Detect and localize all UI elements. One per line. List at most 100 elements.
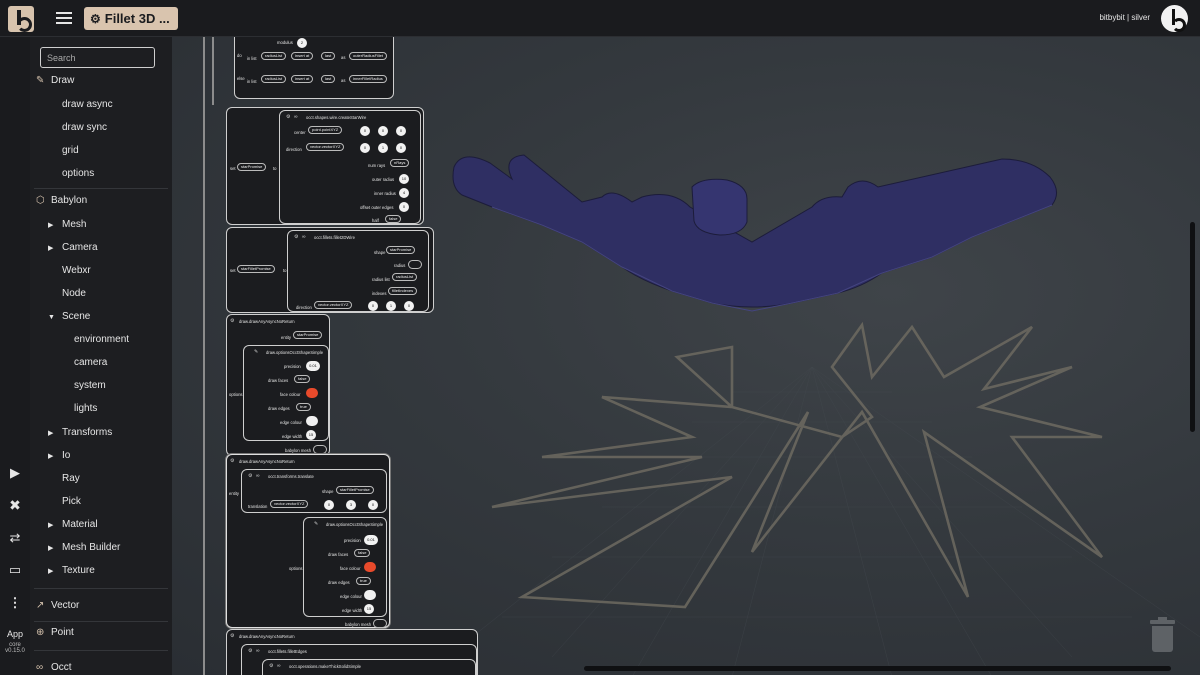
vertical-scrollbar[interactable] (1190, 222, 1195, 432)
radius-list-dropdown[interactable]: radiusList (392, 273, 418, 281)
link-icon: ∞ (256, 473, 260, 479)
draw-faces-dropdown[interactable]: false (294, 375, 311, 383)
dropdown-last[interactable]: last (321, 52, 336, 60)
draw-edges-dropdown[interactable]: true (356, 577, 371, 585)
tools-icon[interactable]: ✖ (0, 497, 30, 514)
half-dropdown[interactable]: false (385, 215, 402, 223)
dropdown-last[interactable]: last (321, 75, 336, 83)
link-icon: ∞ (256, 648, 260, 654)
draw-options-block[interactable]: ✎ draw.optionsOcctShapeSimple precision … (243, 345, 329, 441)
workspace-canvas[interactable]: modulus 2 do in list radiusList insert a… (172, 37, 1200, 675)
toolbox-item-ray[interactable]: Ray (62, 473, 80, 484)
make-thick-solid-block[interactable]: ⚙ ∞ occt.operations.makeThickSolidSimple (262, 659, 476, 675)
toolbox-item-pick[interactable]: Pick (62, 496, 81, 507)
toolbox-item-lights[interactable]: lights (74, 403, 97, 414)
toolbox-item-draw[interactable]: ✎ Draw (36, 75, 74, 86)
link-icon: ∞ (294, 114, 298, 120)
gear-icon: ⚙ (248, 648, 253, 654)
divider (34, 588, 168, 589)
toolbox-item-draw-sync[interactable]: draw sync (62, 122, 107, 133)
point-xyz-dropdown[interactable]: point.pointXYZ (308, 126, 343, 134)
variable-dropdown[interactable]: starFilletPromise (237, 265, 275, 273)
variable-dropdown[interactable]: starPromise (237, 163, 267, 171)
edge-colour-swatch[interactable] (306, 416, 318, 426)
indexes-dropdown[interactable]: filletIndexes (388, 287, 418, 295)
left-rail: ▶ ✖ ⇄ ▭ ⋮ App core v0.15.0 (0, 37, 30, 675)
shape-dropdown[interactable]: starPromise (386, 246, 416, 254)
create-star-wire-block[interactable]: ⚙ ∞ occt.shapes.wire.createStarWire cent… (279, 110, 421, 224)
top-bar: ⚙ Fillet 3D ... bitbybit | silver (0, 0, 1200, 37)
more-icon[interactable]: ⋮ (0, 595, 30, 611)
brush-icon: ✎ (314, 521, 319, 527)
dropdown-insert-at[interactable]: insert at (291, 52, 314, 60)
app-title-button[interactable]: ⚙ Fillet 3D ... (84, 7, 178, 30)
num-rays-dropdown[interactable]: nRays (390, 159, 410, 167)
gear-icon: ⚙ (230, 633, 235, 639)
toolbox-item-system[interactable]: system (74, 380, 106, 391)
radius-input[interactable] (408, 260, 422, 269)
swap-icon[interactable]: ⇄ (0, 530, 30, 546)
vector-xyz-dropdown[interactable]: vector.vectorXYZ (270, 500, 309, 508)
hexagon-icon: ⬡ (36, 195, 45, 206)
babylon-mesh-input[interactable] (373, 619, 387, 628)
vector-xyz-dropdown[interactable]: vector.vectorXYZ (314, 301, 353, 309)
play-icon[interactable]: ▶ (0, 465, 30, 481)
toolbox-item-webxr[interactable]: Webxr (62, 265, 91, 276)
toolbox-item-texture[interactable]: ▶ Texture (48, 565, 95, 576)
fillet-edges-block[interactable]: ⚙ ∞ occt.fillets.filletEdges ⚙ ∞ occt.op… (241, 644, 477, 675)
draw-any-async-block[interactable]: ⚙ draw.drawAnyAsyncNoReturn ⚙ ∞ occt.fil… (226, 629, 478, 675)
bitbybit-logo[interactable] (8, 6, 34, 32)
toolbox-item-node[interactable]: Node (62, 288, 86, 299)
babylon-mesh-input[interactable] (313, 445, 327, 454)
toolbox-item-scene[interactable]: ▼ Scene (48, 311, 90, 322)
fillet-2d-wire-block[interactable]: ⚙ ∞ occt.fillets.fillet2DWire shape star… (287, 230, 429, 312)
horizontal-scrollbar[interactable] (584, 666, 1171, 671)
entity-dropdown[interactable]: starPromise (293, 331, 323, 339)
toolbox-item-material[interactable]: ▶ Material (48, 519, 98, 530)
menu-icon[interactable] (56, 12, 72, 26)
app-label: App (6, 629, 23, 639)
expand-icon: ▶ (48, 453, 54, 460)
toolbox-item-environment[interactable]: environment (74, 334, 129, 345)
user-name: bitbybit | silver (1099, 13, 1150, 22)
brush-icon: ✎ (36, 75, 45, 86)
toolbox-item-occt[interactable]: ∞ Occt (36, 662, 72, 673)
toolbox-item-camera[interactable]: ▶ Camera (48, 242, 98, 253)
toolbox-item-mesh[interactable]: ▶ Mesh (48, 219, 86, 230)
app-title-label: Fillet 3D ... (104, 11, 170, 26)
set-star-fillet-promise-block[interactable]: set starFilletPromise to ⚙ ∞ occt.fillet… (226, 227, 434, 313)
toolbox-item-vector[interactable]: ↗ Vector (36, 600, 79, 611)
set-star-promise-block[interactable]: set starPromise to ⚙ ∞ occt.shapes.wire.… (226, 107, 424, 225)
dropdown-inner-radius-fillet[interactable]: innerFilletRadius (349, 75, 387, 83)
draw-any-async-block-selected[interactable]: ⚙ draw.drawAnyAsyncNoReturn entity ⚙ ∞ o… (226, 454, 390, 628)
transforms-translate-block[interactable]: ⚙ ∞ occt.transforms.translate shape star… (241, 469, 387, 513)
dropdown-radius-list[interactable]: radiusList (261, 52, 287, 60)
toolbox-item-babylon[interactable]: ⬡ Babylon (36, 195, 87, 206)
avatar[interactable] (1161, 5, 1188, 32)
face-colour-swatch[interactable] (306, 388, 318, 398)
face-colour-swatch[interactable] (364, 562, 376, 572)
edge-colour-swatch[interactable] (364, 590, 376, 600)
draw-faces-dropdown[interactable]: false (354, 549, 371, 557)
toolbox-item-point[interactable]: ⊕ Point (36, 627, 74, 638)
vector-xyz-dropdown[interactable]: vector.vectorXYZ (306, 143, 345, 151)
dropdown-insert-at[interactable]: insert at (291, 75, 314, 83)
dropdown-radius-list[interactable]: radiusList (261, 75, 287, 83)
shape-dropdown[interactable]: starFilletPromise (336, 486, 374, 494)
trash-icon[interactable] (1150, 617, 1175, 652)
draw-any-async-block[interactable]: ⚙ draw.drawAnyAsyncNoReturn entity starP… (226, 314, 330, 456)
toolbox-item-mesh-builder[interactable]: ▶ Mesh Builder (48, 542, 120, 553)
if-else-block[interactable]: modulus 2 do in list radiusList insert a… (234, 37, 394, 99)
folder-icon[interactable]: ▭ (0, 562, 30, 578)
toolbox-item-transforms[interactable]: ▶ Transforms (48, 427, 112, 438)
draw-edges-dropdown[interactable]: true (296, 403, 311, 411)
toolbox-item-io[interactable]: ▶ Io (48, 450, 70, 461)
toolbox-item-draw-async[interactable]: draw async (62, 99, 113, 110)
toolbox-item-grid[interactable]: grid (62, 145, 79, 156)
dropdown-outer-radius-fillet[interactable]: outerRadiusFillet (349, 52, 388, 60)
app-info: App core v0.15.0 (0, 629, 30, 654)
search-input[interactable] (40, 47, 155, 68)
draw-options-block[interactable]: ✎ draw.optionsOcctShapeSimple precision … (303, 517, 387, 617)
toolbox-item-scene-camera[interactable]: camera (74, 357, 107, 368)
toolbox-item-options[interactable]: options (62, 168, 94, 179)
